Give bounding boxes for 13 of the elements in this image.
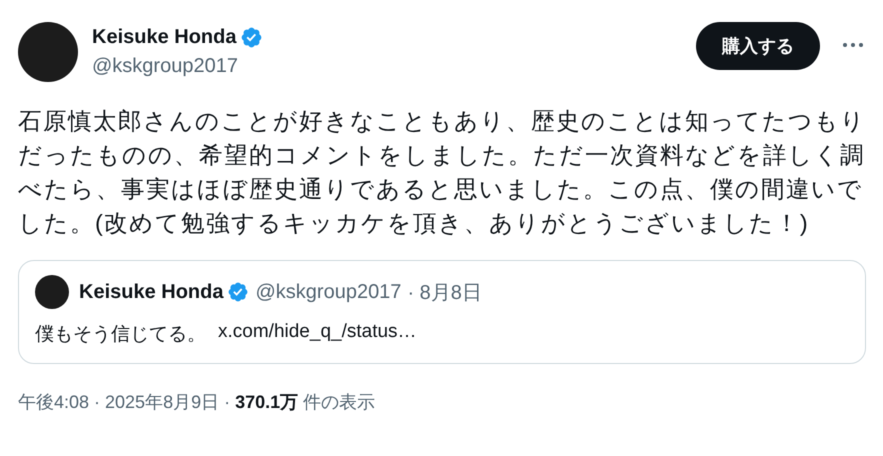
avatar[interactable] (35, 275, 69, 309)
link[interactable]: x.com/hide_q_/status… (218, 321, 417, 347)
post-text: 石原慎太郎さんのことが好きなこともあり、歴史のことは知ってたつもりだったものの、希望的コメントをしました。ただ一次資料などを詳しく調べたら、事実はほぼ歴史通りであると思いました。この点、僕の間違いでした。(改めて勉強するキッカケを頂き、ありがとうございました！) (18, 107, 866, 238)
author-handle: @kskgroup2017 (255, 280, 402, 304)
post-meta: 午後4:08 · 2025年8月9日 · 370.1万 件の表示 (18, 391, 376, 414)
quoted-text: 僕もそう信じてる。 (35, 323, 206, 347)
author-name[interactable]: Keisuke Honda (79, 280, 224, 304)
quoted-post-card[interactable]: Keisuke Honda @kskgroup2017 · 8月8日 僕もそう信じてる。 x.com/hide_q_/status… (18, 260, 866, 364)
author-name[interactable]: Keisuke Honda (92, 26, 236, 49)
more-icon[interactable] (842, 42, 864, 48)
buy-button[interactable]: 購入する (696, 22, 820, 70)
post-date: · 8月8日 (407, 280, 482, 306)
author-handle[interactable]: @kskgroup2017 (92, 55, 264, 78)
